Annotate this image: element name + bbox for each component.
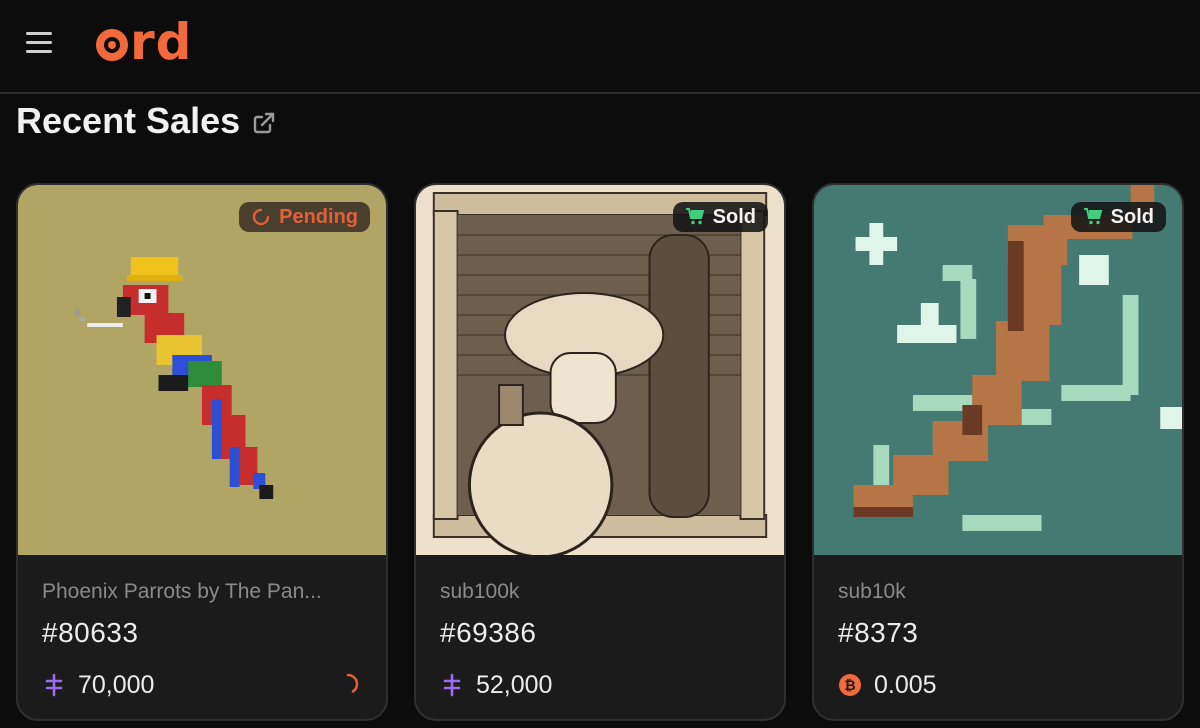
hamburger-icon[interactable] — [26, 32, 52, 56]
sale-card[interactable]: Pending Phoenix Parrots by The Pan... #8… — [16, 183, 388, 721]
loading-spinner-icon — [252, 208, 270, 226]
inscription-art-branch[interactable] — [814, 185, 1182, 555]
status-badge: Sold — [1070, 202, 1166, 232]
price-value: 52,000 — [476, 670, 553, 699]
cart-icon — [685, 208, 704, 225]
status-badge: Pending — [239, 202, 370, 232]
status-label: Sold — [712, 205, 756, 228]
price-value: 0.005 — [874, 670, 937, 699]
sale-card[interactable]: Sold sub10k #8373 ₿ 0.005 — [812, 183, 1184, 721]
cart-icon — [1083, 208, 1102, 225]
ord-logo[interactable]: rd — [96, 13, 193, 71]
collection-name: sub10k — [838, 580, 906, 603]
sale-price: 70,000 — [42, 669, 154, 701]
sale-card[interactable]: Sold sub100k #69386 52,000 — [414, 183, 786, 721]
page-title: Recent Sales — [16, 100, 241, 141]
external-link-icon[interactable] — [252, 111, 276, 135]
rune-currency-icon — [45, 673, 63, 697]
inscription-art-parrot[interactable] — [18, 185, 386, 555]
loading-spinner-icon — [346, 673, 359, 693]
collection-name: sub100k — [440, 580, 520, 603]
svg-text:₿: ₿ — [844, 678, 855, 694]
sale-price: ₿ 0.005 — [838, 669, 937, 701]
rune-currency-icon — [443, 673, 461, 697]
inscription-art-mushroom[interactable] — [416, 185, 784, 555]
status-label: Sold — [1110, 205, 1154, 228]
sale-price: 52,000 — [440, 669, 552, 701]
bitcoin-icon: ₿ — [839, 674, 861, 696]
logo-circle-icon — [96, 29, 128, 61]
status-label: Pending — [279, 205, 358, 228]
collection-name: Phoenix Parrots by The Pan... — [42, 580, 322, 603]
inscription-number: #80633 — [42, 617, 139, 648]
top-bar: rd — [0, 0, 1200, 94]
price-value: 70,000 — [78, 670, 155, 699]
logo-text: rd — [130, 13, 193, 71]
inscription-number: #8373 — [838, 617, 919, 648]
status-badge: Sold — [672, 202, 768, 232]
inscription-number: #69386 — [440, 617, 537, 648]
section-heading: Recent Sales — [16, 98, 276, 144]
